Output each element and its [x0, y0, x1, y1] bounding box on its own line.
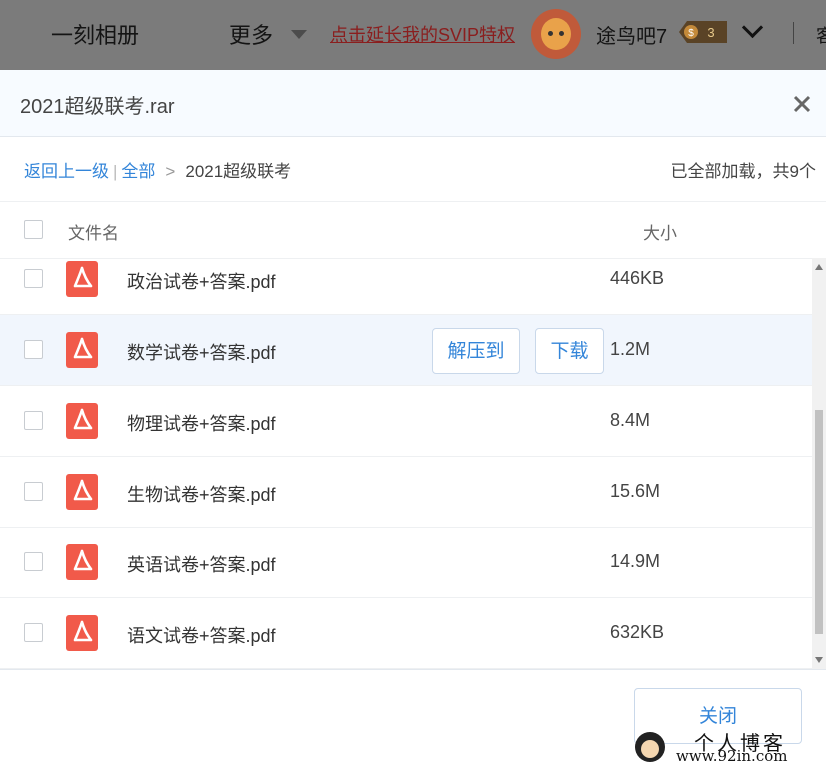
file-size: 1.2M: [610, 339, 651, 359]
breadcrumb-arrow: >: [165, 162, 176, 181]
file-row[interactable]: 数学试卷+答案.pdf 解压到 下载 1.2M: [0, 315, 812, 386]
vip-level-badge-icon: $ 3: [679, 21, 727, 43]
dialog-header: 2021超级联考.rar: [0, 70, 826, 137]
file-name[interactable]: 物理试卷+答案.pdf: [127, 410, 276, 436]
svip-link[interactable]: 点击延长我的SVIP特权: [330, 21, 515, 47]
row-checkbox[interactable]: [24, 411, 43, 430]
file-row[interactable]: 物理试卷+答案.pdf 8.4M: [0, 386, 812, 457]
file-name[interactable]: 语文试卷+答案.pdf: [127, 622, 276, 648]
avatar[interactable]: [531, 9, 581, 59]
divider: [793, 22, 794, 44]
load-summary: 已全部加载，共9个: [670, 162, 816, 181]
pdf-icon: [66, 403, 98, 439]
watermark-mascot-icon: [635, 732, 665, 762]
scroll-up-icon[interactable]: [815, 264, 823, 270]
breadcrumb: 返回上一级 | 全部 >2021超级联考: [24, 157, 291, 182]
archive-preview-dialog: 2021超级联考.rar 返回上一级 | 全部 >2021超级联考 已全部加载，共9个…: [0, 70, 826, 768]
pdf-icon: [66, 261, 98, 297]
all-link[interactable]: 全部: [121, 162, 155, 181]
caret-down-icon[interactable]: [291, 30, 307, 39]
list-scrollbar[interactable]: [812, 258, 826, 669]
row-checkbox[interactable]: [24, 269, 43, 288]
svg-text:$: $: [688, 28, 694, 39]
pdf-icon: [66, 615, 98, 651]
scroll-down-icon[interactable]: [815, 657, 823, 663]
watermark-url: www.92in.com: [676, 747, 788, 765]
pdf-icon: [66, 544, 98, 580]
select-all-checkbox[interactable]: [24, 220, 43, 239]
file-size: 14.9M: [610, 551, 661, 571]
file-list: 政治试卷+答案.pdf 446KB 数学试卷+答案.pdf 解压到 下载 1.2…: [0, 258, 812, 669]
file-size: 15.6M: [610, 481, 661, 501]
top-bar: 一刻相册 更多 点击延长我的SVIP特权 途鸟吧7 $ 3 客: [0, 0, 826, 70]
file-name[interactable]: 政治试卷+答案.pdf: [127, 268, 276, 294]
row-checkbox[interactable]: [24, 340, 43, 359]
pdf-icon: [66, 332, 98, 368]
column-size[interactable]: 大小: [643, 219, 677, 244]
vip-level-text: 3: [707, 25, 714, 40]
file-size: 8.4M: [610, 410, 651, 430]
username[interactable]: 途鸟吧7: [596, 20, 667, 49]
file-row[interactable]: 政治试卷+答案.pdf 446KB: [0, 258, 812, 315]
back-link[interactable]: 返回上一级: [24, 162, 109, 181]
file-size: 632KB: [610, 622, 665, 642]
close-icon[interactable]: [790, 92, 814, 116]
file-row[interactable]: 语文试卷+答案.pdf 632KB: [0, 598, 812, 669]
file-name[interactable]: 生物试卷+答案.pdf: [127, 481, 276, 507]
column-name[interactable]: 文件名: [68, 219, 119, 244]
pdf-icon: [66, 474, 98, 510]
extract-button[interactable]: 解压到: [432, 328, 520, 374]
scrollbar-thumb[interactable]: [815, 410, 823, 634]
cut-off-text: 客: [816, 26, 826, 46]
watermark: 个人博客 www.92in.com: [632, 726, 826, 768]
file-row[interactable]: 生物试卷+答案.pdf 15.6M: [0, 457, 812, 528]
file-size: 446KB: [610, 268, 665, 288]
list-header: 文件名 大小: [0, 201, 826, 259]
breadcrumb-separator: |: [113, 162, 118, 181]
breadcrumb-current: 2021超级联考: [185, 162, 292, 181]
chevron-down-icon[interactable]: [741, 16, 764, 39]
file-row[interactable]: 英语试卷+答案.pdf 14.9M: [0, 527, 812, 598]
download-button[interactable]: 下载: [535, 328, 604, 374]
row-checkbox[interactable]: [24, 623, 43, 642]
dialog-title: 2021超级联考.rar: [20, 96, 175, 118]
file-name[interactable]: 英语试卷+答案.pdf: [127, 551, 276, 577]
album-link[interactable]: 一刻相册: [51, 18, 139, 50]
more-menu[interactable]: 更多: [229, 18, 273, 50]
row-checkbox[interactable]: [24, 552, 43, 571]
row-checkbox[interactable]: [24, 482, 43, 501]
file-name[interactable]: 数学试卷+答案.pdf: [127, 339, 276, 365]
